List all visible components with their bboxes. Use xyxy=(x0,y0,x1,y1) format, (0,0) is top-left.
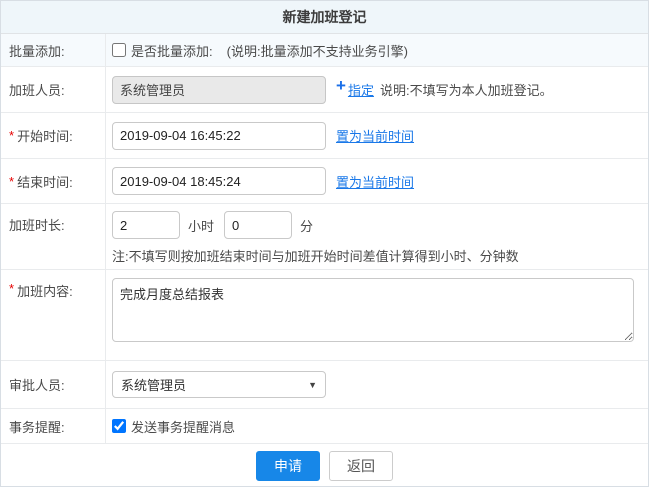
batch-add-label: 批量添加: xyxy=(1,34,106,66)
required-asterisk: * xyxy=(9,128,14,143)
chevron-down-icon: ▼ xyxy=(308,380,317,390)
duration-hours-input[interactable] xyxy=(112,211,180,239)
approver-label: 审批人员: xyxy=(1,361,106,408)
back-button[interactable]: 返回 xyxy=(329,451,393,481)
overtime-form-panel: 新建加班登记 批量添加: 是否批量添加: (说明:批量添加不支持业务引擎) 加班… xyxy=(0,0,649,487)
start-time-label-cell: * 开始时间: xyxy=(1,113,106,158)
row-start-time: * 开始时间: 置为当前时间 xyxy=(1,113,648,159)
reminder-checkbox[interactable] xyxy=(112,419,126,433)
batch-add-note: (说明:批量添加不支持业务引擎) xyxy=(227,41,408,60)
hours-unit-label: 小时 xyxy=(188,216,214,235)
assign-person-link[interactable]: 指定 xyxy=(348,80,374,99)
row-approver: 审批人员: 系统管理员 ▼ xyxy=(1,361,648,409)
end-time-label-cell: * 结束时间: xyxy=(1,159,106,203)
approver-select[interactable]: 系统管理员 ▼ xyxy=(112,371,326,398)
approver-selected-value: 系统管理员 xyxy=(121,375,186,394)
overtime-person-input[interactable] xyxy=(112,76,326,104)
minutes-unit-label: 分 xyxy=(300,216,313,235)
set-end-now-link[interactable]: 置为当前时间 xyxy=(336,172,414,191)
row-end-time: * 结束时间: 置为当前时间 xyxy=(1,159,648,204)
content-label: 加班内容: xyxy=(17,281,73,300)
content-label-cell: * 加班内容: xyxy=(1,270,106,360)
end-time-input[interactable] xyxy=(112,167,326,195)
content-textarea[interactable]: 完成月度总结报表 xyxy=(112,278,634,342)
duration-minutes-input[interactable] xyxy=(224,211,292,239)
reminder-label: 事务提醒: xyxy=(1,409,106,443)
duration-label: 加班时长: xyxy=(1,204,106,269)
overtime-person-label: 加班人员: xyxy=(1,67,106,112)
submit-button[interactable]: 申请 xyxy=(256,451,320,481)
button-row: 申请 返回 xyxy=(1,444,648,487)
overtime-person-note: 说明:不填写为本人加班登记。 xyxy=(380,80,553,99)
row-reminder: 事务提醒: 发送事务提醒消息 xyxy=(1,409,648,444)
start-time-input[interactable] xyxy=(112,122,326,150)
row-overtime-person: 加班人员: + 指定 说明:不填写为本人加班登记。 xyxy=(1,67,648,113)
row-content: * 加班内容: 完成月度总结报表 xyxy=(1,270,648,361)
batch-add-checkbox-label: 是否批量添加: xyxy=(131,41,213,60)
end-time-label: 结束时间: xyxy=(17,172,73,191)
required-asterisk: * xyxy=(9,281,14,296)
batch-add-checkbox[interactable] xyxy=(112,43,126,57)
reminder-checkbox-label: 发送事务提醒消息 xyxy=(131,417,235,436)
required-asterisk: * xyxy=(9,174,14,189)
start-time-label: 开始时间: xyxy=(17,126,73,145)
row-batch-add: 批量添加: 是否批量添加: (说明:批量添加不支持业务引擎) xyxy=(1,34,648,67)
set-start-now-link[interactable]: 置为当前时间 xyxy=(336,126,414,145)
form-title: 新建加班登记 xyxy=(1,1,648,34)
row-duration: 加班时长: 小时 分 注:不填写则按加班结束时间与加班开始时间差值计算得到小时、… xyxy=(1,204,648,270)
plus-icon: + xyxy=(336,77,346,94)
duration-note: 注:不填写则按加班结束时间与加班开始时间差值计算得到小时、分钟数 xyxy=(112,246,519,265)
